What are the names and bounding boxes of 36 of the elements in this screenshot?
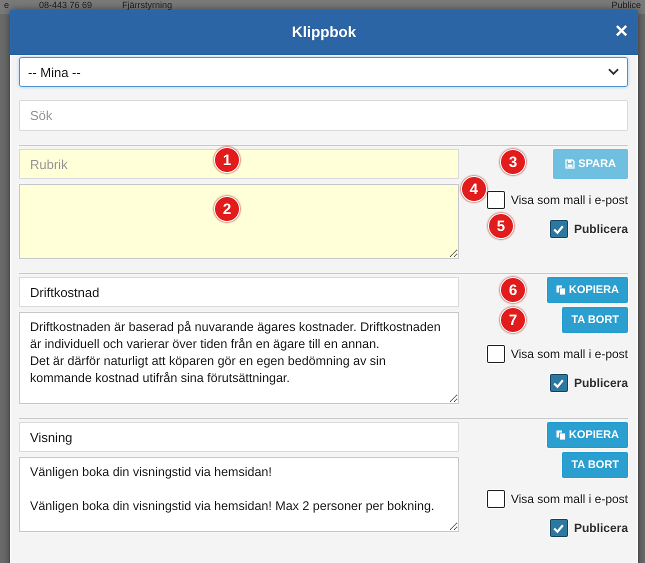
number-badge: 4: [460, 176, 487, 202]
copy-button[interactable]: KOPIERA: [546, 422, 628, 448]
number-badge: 7: [500, 307, 526, 333]
text-area[interactable]: Driftkostnaden är baserad på nuvarande ägares kostnader. Driftkostnaden är individuell och varierar över tiden från en ägare till en annan. Det är därför naturligt att köparen gör en egen bedömning av sin kommande kostnad utifrån sina förutsättningar.: [19, 312, 459, 404]
background-text: Publice: [611, 0, 641, 10]
copy-icon: [556, 285, 566, 295]
search-field[interactable]: Sök: [19, 100, 628, 131]
number-badge: 6: [500, 277, 526, 303]
checkbox[interactable]: [486, 345, 505, 363]
checkbox[interactable]: [486, 490, 505, 508]
background-text: e: [4, 0, 10, 10]
window-title: Klippbok: [292, 24, 356, 41]
background-text: Fjärrstyrning: [122, 0, 172, 10]
number-badge: 5: [488, 213, 514, 239]
checkbox-label: Visa som mall i e-post: [510, 193, 628, 207]
checkbox-label: Publicera: [574, 521, 628, 535]
checkbox[interactable]: [486, 191, 505, 209]
checkbox[interactable]: [550, 220, 568, 238]
checkbox-label: Visa som mall i e-post: [510, 492, 628, 506]
number-badge: 3: [500, 149, 526, 175]
delete-button[interactable]: TA BORT: [562, 452, 628, 478]
checkbox[interactable]: [550, 519, 568, 537]
filter-dropdown[interactable]: -- Mina --: [19, 57, 628, 87]
checkbox[interactable]: [550, 374, 568, 392]
delete-button[interactable]: TA BORT: [562, 307, 628, 333]
copy-icon: [556, 430, 566, 440]
close-button[interactable]: ×: [611, 20, 632, 42]
checkbox-label: Visa som mall i e-post: [510, 347, 628, 361]
background-text: 08-443 76 69: [39, 0, 92, 10]
chevron-icon: [608, 68, 619, 76]
checkbox-label: Publicera: [574, 222, 628, 236]
copy-button[interactable]: KOPIERA: [546, 277, 628, 303]
text-area[interactable]: Vänligen boka din visningstid via hemsidan! Vänligen boka din visningstid via hemsidan! Max 2 personer per bokning.: [19, 457, 459, 532]
title-field[interactable]: Visning: [19, 422, 459, 452]
checkbox-label: Publicera: [574, 376, 628, 390]
title-field[interactable]: Driftkostnad: [19, 277, 459, 307]
